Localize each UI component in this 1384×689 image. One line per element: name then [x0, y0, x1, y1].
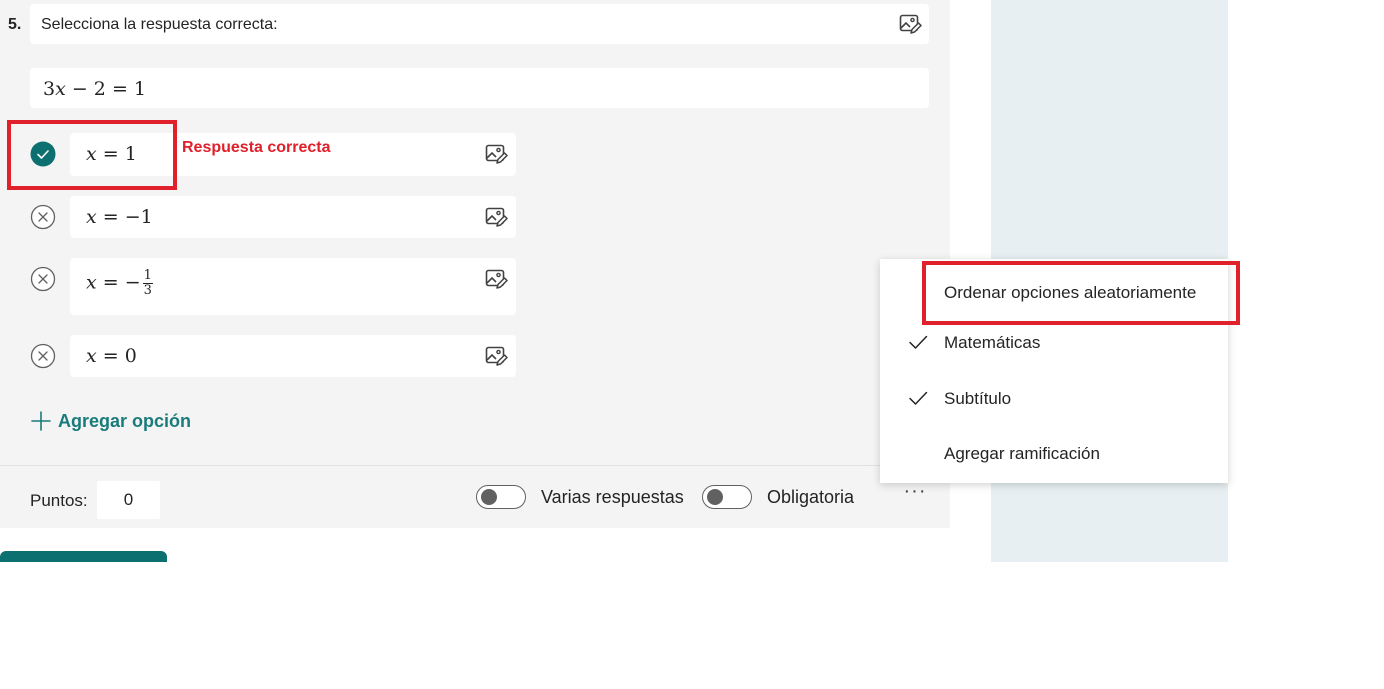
- option-3-math: x = −1 3: [86, 268, 153, 298]
- menu-item-subtitle[interactable]: Subtítulo: [944, 389, 1011, 409]
- menu-item-add-branching[interactable]: Agregar ramificación: [944, 444, 1100, 464]
- plus-icon: [30, 410, 52, 432]
- add-option-label: Agregar opción: [58, 410, 192, 431]
- incorrect-answer-x-icon[interactable]: [30, 266, 56, 292]
- option-2-insert-image-icon[interactable]: [484, 205, 508, 229]
- option-field-2[interactable]: x = −1: [70, 196, 516, 238]
- option-field-4[interactable]: x = 0: [70, 335, 516, 377]
- points-input[interactable]: 0: [97, 481, 160, 519]
- shuffle-option-highlight-box: [922, 261, 1240, 325]
- question-card: 5. Selecciona la respuesta correcta: 3x …: [0, 0, 950, 528]
- option-field-3[interactable]: x = −1 3: [70, 258, 516, 315]
- add-option-button[interactable]: Agregar opción: [30, 408, 191, 434]
- toggle-knob: [707, 489, 723, 505]
- question-number: 5.: [8, 16, 22, 33]
- incorrect-answer-x-icon[interactable]: [30, 204, 56, 230]
- toggle-knob: [481, 489, 497, 505]
- points-label: Puntos:: [30, 491, 88, 510]
- required-toggle[interactable]: [702, 485, 752, 509]
- question-title-field[interactable]: Selecciona la respuesta correcta:: [30, 4, 929, 44]
- option-1-insert-image-icon[interactable]: [484, 142, 508, 166]
- question-subtitle-field[interactable]: 3x − 2 = 1: [30, 68, 929, 108]
- correct-answer-annotation: Respuesta correcta: [182, 139, 331, 156]
- footer-divider: [0, 465, 950, 466]
- checkmark-icon: [908, 388, 928, 408]
- more-options-icon[interactable]: ···: [902, 481, 928, 506]
- insert-image-icon[interactable]: [898, 12, 922, 36]
- menu-item-math[interactable]: Matemáticas: [944, 333, 1040, 353]
- question-title: Selecciona la respuesta correcta:: [41, 16, 278, 33]
- checkmark-icon: [908, 332, 928, 352]
- incorrect-answer-x-icon[interactable]: [30, 343, 56, 369]
- required-label: Obligatoria: [767, 487, 855, 507]
- multiple-answers-toggle[interactable]: [476, 485, 526, 509]
- option-2-math: x = −1: [86, 206, 153, 228]
- teal-button-edge[interactable]: [0, 551, 167, 562]
- option-3-insert-image-icon[interactable]: [484, 267, 508, 291]
- multiple-answers-label: Varias respuestas: [541, 487, 684, 507]
- correct-answer-highlight-box: [7, 120, 177, 190]
- option-4-math: x = 0: [86, 345, 137, 367]
- question-subtitle-math: 3x − 2 = 1: [43, 78, 146, 100]
- option-4-insert-image-icon[interactable]: [484, 344, 508, 368]
